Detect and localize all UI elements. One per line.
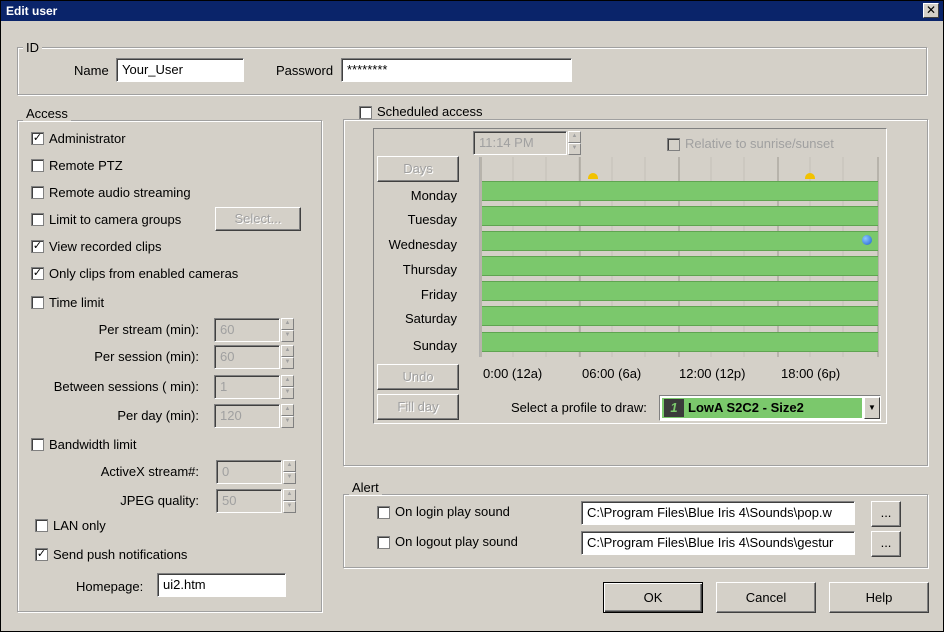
time-limit-checkbox[interactable] [31, 296, 44, 309]
time-spinner[interactable]: ▲ ▼ [567, 131, 581, 155]
login-sound-label: On login play sound [395, 504, 510, 519]
limit-groups-label: Limit to camera groups [49, 212, 182, 227]
administrator-label: Administrator [49, 131, 126, 146]
only-clips-label: Only clips from enabled cameras [49, 266, 239, 281]
day-label-tuesday: Tuesday [407, 212, 457, 227]
schedule-legend: Scheduled access [355, 104, 489, 119]
bar-saturday[interactable] [482, 306, 878, 326]
login-sound-checkbox[interactable] [377, 506, 390, 519]
day-label-saturday: Saturday [404, 311, 457, 326]
sunset-icon [805, 173, 815, 179]
per-day-label: Per day (min): [117, 408, 199, 423]
chevron-down-icon[interactable]: ▼ [864, 397, 880, 419]
days-button[interactable]: Days [377, 156, 459, 182]
between-sessions-label: Between sessions ( min): [53, 379, 199, 394]
limit-groups-checkbox[interactable] [31, 213, 44, 226]
relative-sunrise-label: Relative to sunrise/sunset [685, 136, 834, 151]
profile-select[interactable]: 1 LowA S2C2 - Size2 ▼ [659, 395, 881, 421]
bar-sunday[interactable] [482, 332, 878, 352]
relative-sunrise-checkbox[interactable] [667, 138, 680, 151]
per-session-input[interactable]: 60 [214, 345, 280, 369]
login-sound-browse-button[interactable]: ... [871, 501, 901, 527]
view-clips-label: View recorded clips [49, 239, 162, 254]
lan-only-checkbox[interactable] [35, 519, 48, 532]
push-notifications-label: Send push notifications [53, 547, 188, 562]
title-bar: Edit user ✕ [1, 1, 943, 21]
time-axis-6: 06:00 (6a) [582, 366, 642, 381]
administrator-checkbox[interactable]: ✓ [31, 132, 44, 145]
bar-friday[interactable] [482, 281, 878, 301]
scheduled-access-checkbox[interactable] [359, 106, 372, 119]
jpeg-quality-label: JPEG quality: [120, 493, 199, 508]
push-notifications-checkbox[interactable]: ✓ [35, 548, 48, 561]
schedule-grid[interactable] [479, 157, 883, 357]
access-legend: Access [23, 106, 71, 121]
activex-stream-spinner[interactable]: ▲ ▼ [282, 460, 296, 484]
profile-label: Select a profile to draw: [511, 400, 647, 415]
activex-stream-label: ActiveX stream#: [100, 464, 199, 479]
help-button[interactable]: Help [829, 582, 929, 613]
password-label: Password [276, 63, 334, 78]
select-groups-button[interactable]: Select... [215, 207, 301, 231]
bar-tuesday[interactable] [482, 206, 878, 226]
cancel-button[interactable]: Cancel [716, 582, 816, 613]
homepage-label: Homepage: [76, 579, 144, 594]
homepage-input[interactable]: ui2.htm [157, 573, 286, 597]
name-label: Name [74, 63, 109, 78]
bandwidth-limit-label: Bandwidth limit [49, 437, 137, 452]
remote-audio-checkbox[interactable] [31, 186, 44, 199]
current-time-marker-icon [862, 235, 872, 245]
remote-ptz-checkbox[interactable] [31, 159, 44, 172]
edit-user-dialog: Edit user ✕ ID Name Your_User Password *… [0, 0, 944, 632]
sunrise-icon [588, 173, 598, 179]
window-title: Edit user [6, 4, 58, 18]
jpeg-quality-input[interactable]: 50 [216, 489, 282, 513]
per-day-spinner[interactable]: ▲ ▼ [280, 404, 294, 428]
id-legend: ID [23, 40, 42, 55]
lan-only-label: LAN only [53, 518, 106, 533]
day-label-wednesday: Wednesday [388, 237, 457, 252]
logout-sound-path[interactable]: C:\Program Files\Blue Iris 4\Sounds\gest… [581, 531, 855, 555]
day-label-friday: Friday [420, 287, 457, 302]
day-label-thursday: Thursday [402, 262, 457, 277]
per-day-input[interactable]: 120 [214, 404, 280, 428]
remote-ptz-label: Remote PTZ [49, 158, 123, 173]
jpeg-quality-spinner[interactable]: ▲ ▼ [282, 489, 296, 513]
bar-thursday[interactable] [482, 256, 878, 276]
view-clips-checkbox[interactable]: ✓ [31, 240, 44, 253]
day-label-monday: Monday [410, 188, 457, 203]
time-limit-label: Time limit [49, 295, 105, 310]
fill-day-button[interactable]: Fill day [377, 394, 459, 420]
activex-stream-input[interactable]: 0 [216, 460, 282, 484]
per-stream-input[interactable]: 60 [214, 318, 280, 342]
alert-legend: Alert [349, 480, 382, 495]
login-sound-path[interactable]: C:\Program Files\Blue Iris 4\Sounds\pop.… [581, 501, 855, 525]
bar-monday[interactable] [482, 181, 878, 201]
time-axis-0: 0:00 (12a) [483, 366, 543, 381]
logout-sound-label: On logout play sound [395, 534, 518, 549]
time-axis-18: 18:00 (6p) [781, 366, 841, 381]
logout-sound-checkbox[interactable] [377, 536, 390, 549]
profile-number-icon: 1 [664, 399, 684, 417]
profile-value: LowA S2C2 - Size2 [688, 400, 804, 415]
per-stream-label: Per stream (min): [98, 322, 199, 337]
per-session-label: Per session (min): [94, 349, 199, 364]
remote-audio-label: Remote audio streaming [49, 185, 191, 200]
password-input[interactable]: ******** [341, 58, 572, 82]
name-input[interactable]: Your_User [116, 58, 244, 82]
between-sessions-input[interactable]: 1 [214, 375, 280, 399]
per-stream-spinner[interactable]: ▲ ▼ [280, 318, 294, 342]
close-icon[interactable]: ✕ [923, 3, 939, 18]
bar-wednesday[interactable] [482, 231, 878, 251]
time-axis-12: 12:00 (12p) [679, 366, 746, 381]
time-input[interactable]: 11:14 PM [473, 131, 567, 155]
day-label-sunday: Sunday [412, 338, 457, 353]
between-sessions-spinner[interactable]: ▲ ▼ [280, 375, 294, 399]
only-clips-checkbox[interactable]: ✓ [31, 267, 44, 280]
logout-sound-browse-button[interactable]: ... [871, 531, 901, 557]
per-session-spinner[interactable]: ▲ ▼ [280, 345, 294, 369]
ok-button[interactable]: OK [603, 582, 703, 613]
undo-button[interactable]: Undo [377, 364, 459, 390]
bandwidth-limit-checkbox[interactable] [31, 438, 44, 451]
